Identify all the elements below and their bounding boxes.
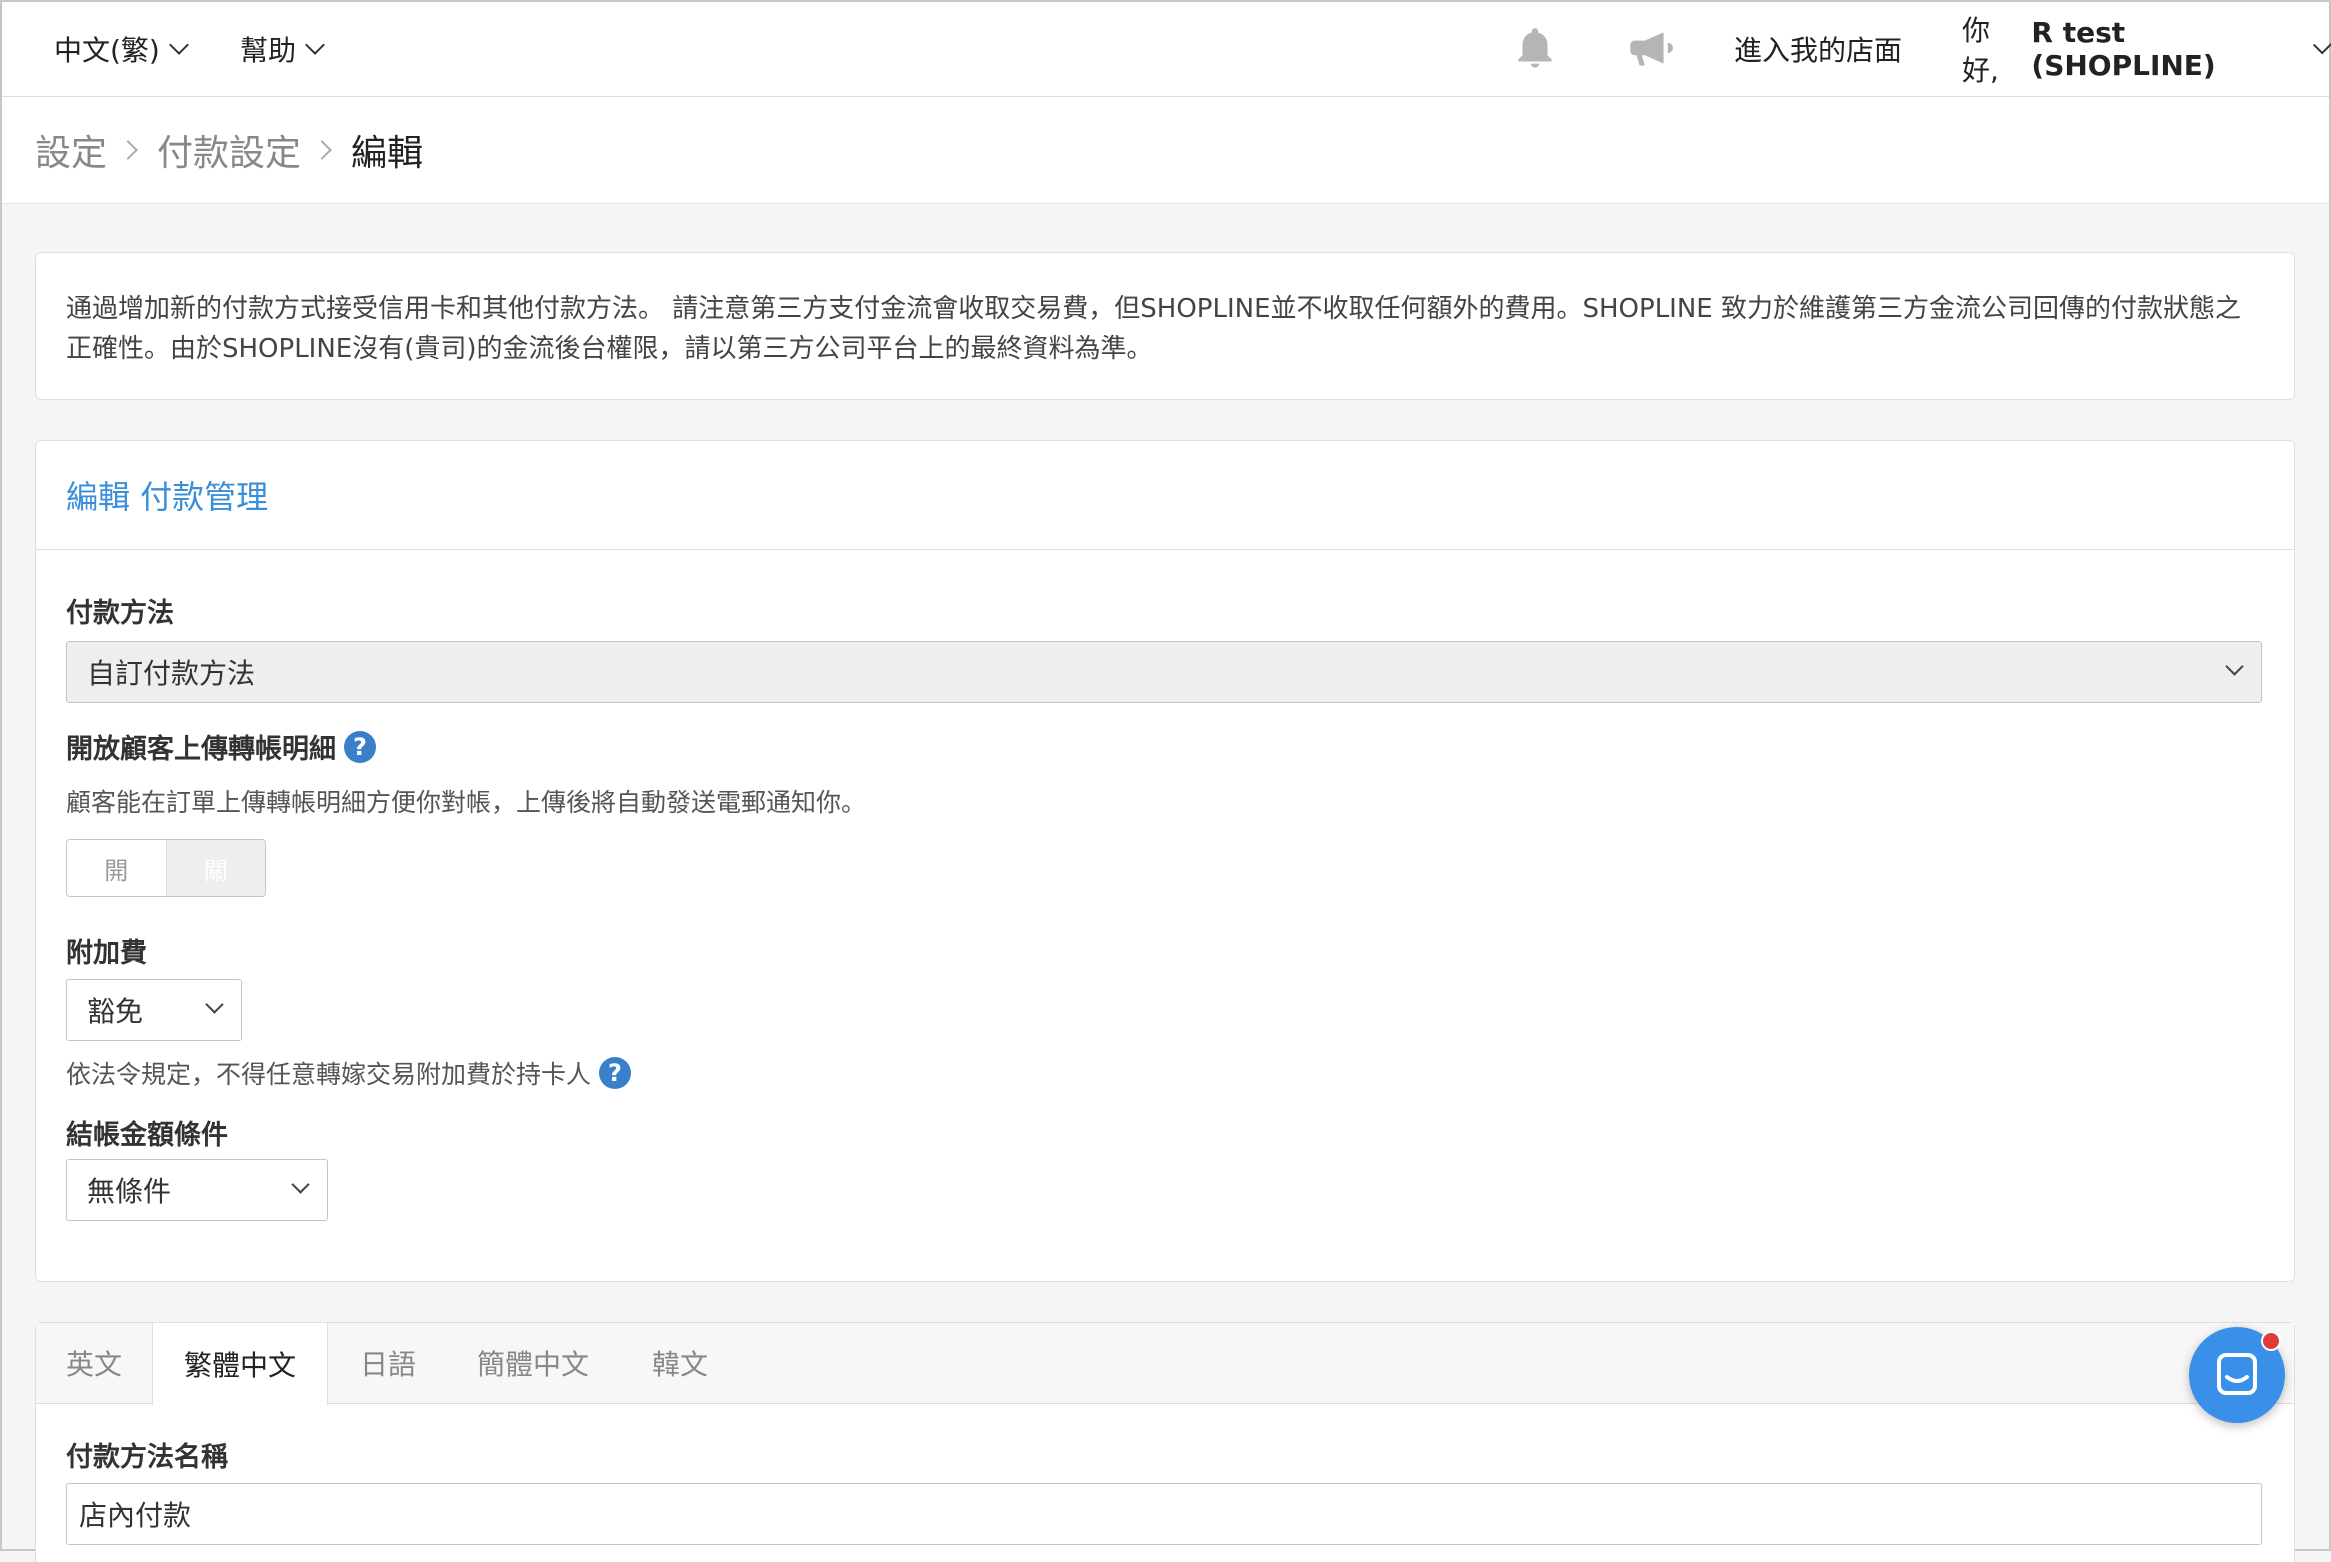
payment-name-input[interactable]: 店內付款 <box>66 1483 2262 1545</box>
breadcrumb-bar: 設定 付款設定 編輯 <box>2 97 2329 204</box>
bell-icon <box>1518 28 1552 68</box>
chat-button[interactable] <box>2189 1327 2285 1423</box>
tab-traditional-chinese[interactable]: 繁體中文 <box>152 1323 328 1405</box>
breadcrumb-current: 編輯 <box>351 133 424 174</box>
payment-method-label: 付款方法 <box>66 598 174 629</box>
payment-method-value: 自訂付款方法 <box>87 657 256 690</box>
breadcrumb-settings[interactable]: 設定 <box>35 124 107 176</box>
surcharge-note: 依法令規定，不得任意轉嫁交易附加費於持卡人 <box>66 1060 592 1089</box>
chevron-down-icon <box>168 35 189 55</box>
upload-receipt-label-row: 開放顧客上傳轉帳明細 ? <box>66 727 376 766</box>
surcharge-select[interactable]: 豁免 <box>66 979 242 1041</box>
notice-text: 通過增加新的付款方式接受信用卡和其他付款方法。 請注意第三方支付金流會收取交易費… <box>66 294 2241 364</box>
chevron-down-icon <box>291 1175 310 1194</box>
surcharge-label: 附加費 <box>66 938 147 969</box>
megaphone-icon <box>1630 32 1673 66</box>
top-nav-bar: 中文(繁) 幫助 進入我的店面 你好, R test (SHOPLINE) <box>2 2 2331 97</box>
chevron-right-icon <box>118 140 138 160</box>
tab-japanese[interactable]: 日語 <box>328 1323 448 1403</box>
chevron-down-icon <box>305 35 325 55</box>
upload-receipt-toggle[interactable]: 開 關 <box>66 839 266 897</box>
payment-method-select[interactable]: 自訂付款方法 <box>66 641 2262 703</box>
language-tabs: 英文 繁體中文 日語 簡體中文 韓文 <box>36 1323 2294 1405</box>
upload-receipt-description: 顧客能在訂單上傳轉帳明細方便你對帳，上傳後將自動發送電郵通知你。 <box>66 788 867 817</box>
payment-notice-panel: 通過增加新的付款方式接受信用卡和其他付款方法。 請注意第三方支付金流會收取交易費… <box>35 252 2295 400</box>
greeting-label: 你好, <box>1962 14 1999 87</box>
announcements-button[interactable] <box>1622 2 1676 96</box>
chevron-down-icon <box>205 995 224 1014</box>
checkout-condition-label: 結帳金額條件 <box>66 1120 228 1151</box>
checkout-condition-select[interactable]: 無條件 <box>66 1159 328 1221</box>
surcharge-value: 豁免 <box>87 995 144 1028</box>
panel-title: 編輯 付款管理 <box>36 441 2294 550</box>
chevron-down-icon <box>2225 657 2244 676</box>
surcharge-note-row: 依法令規定，不得任意轉嫁交易附加費於持卡人 ? <box>66 1055 632 1091</box>
help-label: 幫助 <box>240 34 297 67</box>
user-name: R test (SHOPLINE) <box>2031 16 2216 82</box>
breadcrumb-payment-settings[interactable]: 付款設定 <box>157 124 301 176</box>
chevron-down-icon <box>2312 35 2331 55</box>
breadcrumb: 設定 付款設定 編輯 <box>35 97 423 203</box>
user-menu-dropdown[interactable]: 你好, R test (SHOPLINE) <box>1962 2 2331 96</box>
notification-dot <box>2261 1331 2281 1351</box>
enter-store-link[interactable]: 進入我的店面 <box>1734 2 1902 96</box>
upload-receipt-label: 開放顧客上傳轉帳明細 <box>66 734 336 765</box>
language-label: 中文(繁) <box>54 34 160 67</box>
toggle-off-option[interactable]: 關 <box>165 840 265 896</box>
toggle-on-option[interactable]: 開 <box>67 840 166 896</box>
payment-name-value: 店內付款 <box>79 1499 192 1532</box>
tab-korean[interactable]: 韓文 <box>618 1323 742 1403</box>
tab-simplified-chinese[interactable]: 簡體中文 <box>448 1323 618 1403</box>
help-dropdown[interactable]: 幫助 <box>240 2 325 96</box>
edit-payment-panel: 編輯 付款管理 付款方法 自訂付款方法 開放顧客上傳轉帳明細 ? 顧客能在訂單上… <box>35 440 2295 1282</box>
payment-name-label: 付款方法名稱 <box>66 1442 228 1473</box>
checkout-condition-value: 無條件 <box>87 1175 172 1208</box>
notifications-button[interactable] <box>1510 2 1560 96</box>
tab-english[interactable]: 英文 <box>36 1323 152 1403</box>
enter-store-label: 進入我的店面 <box>1734 34 1903 67</box>
chevron-right-icon <box>312 140 332 160</box>
help-icon[interactable]: ? <box>344 730 376 763</box>
language-dropdown[interactable]: 中文(繁) <box>54 2 189 96</box>
help-icon[interactable]: ? <box>599 1057 632 1089</box>
language-panel: 英文 繁體中文 日語 簡體中文 韓文 付款方法名稱 店內付款 <box>35 1322 2295 1562</box>
